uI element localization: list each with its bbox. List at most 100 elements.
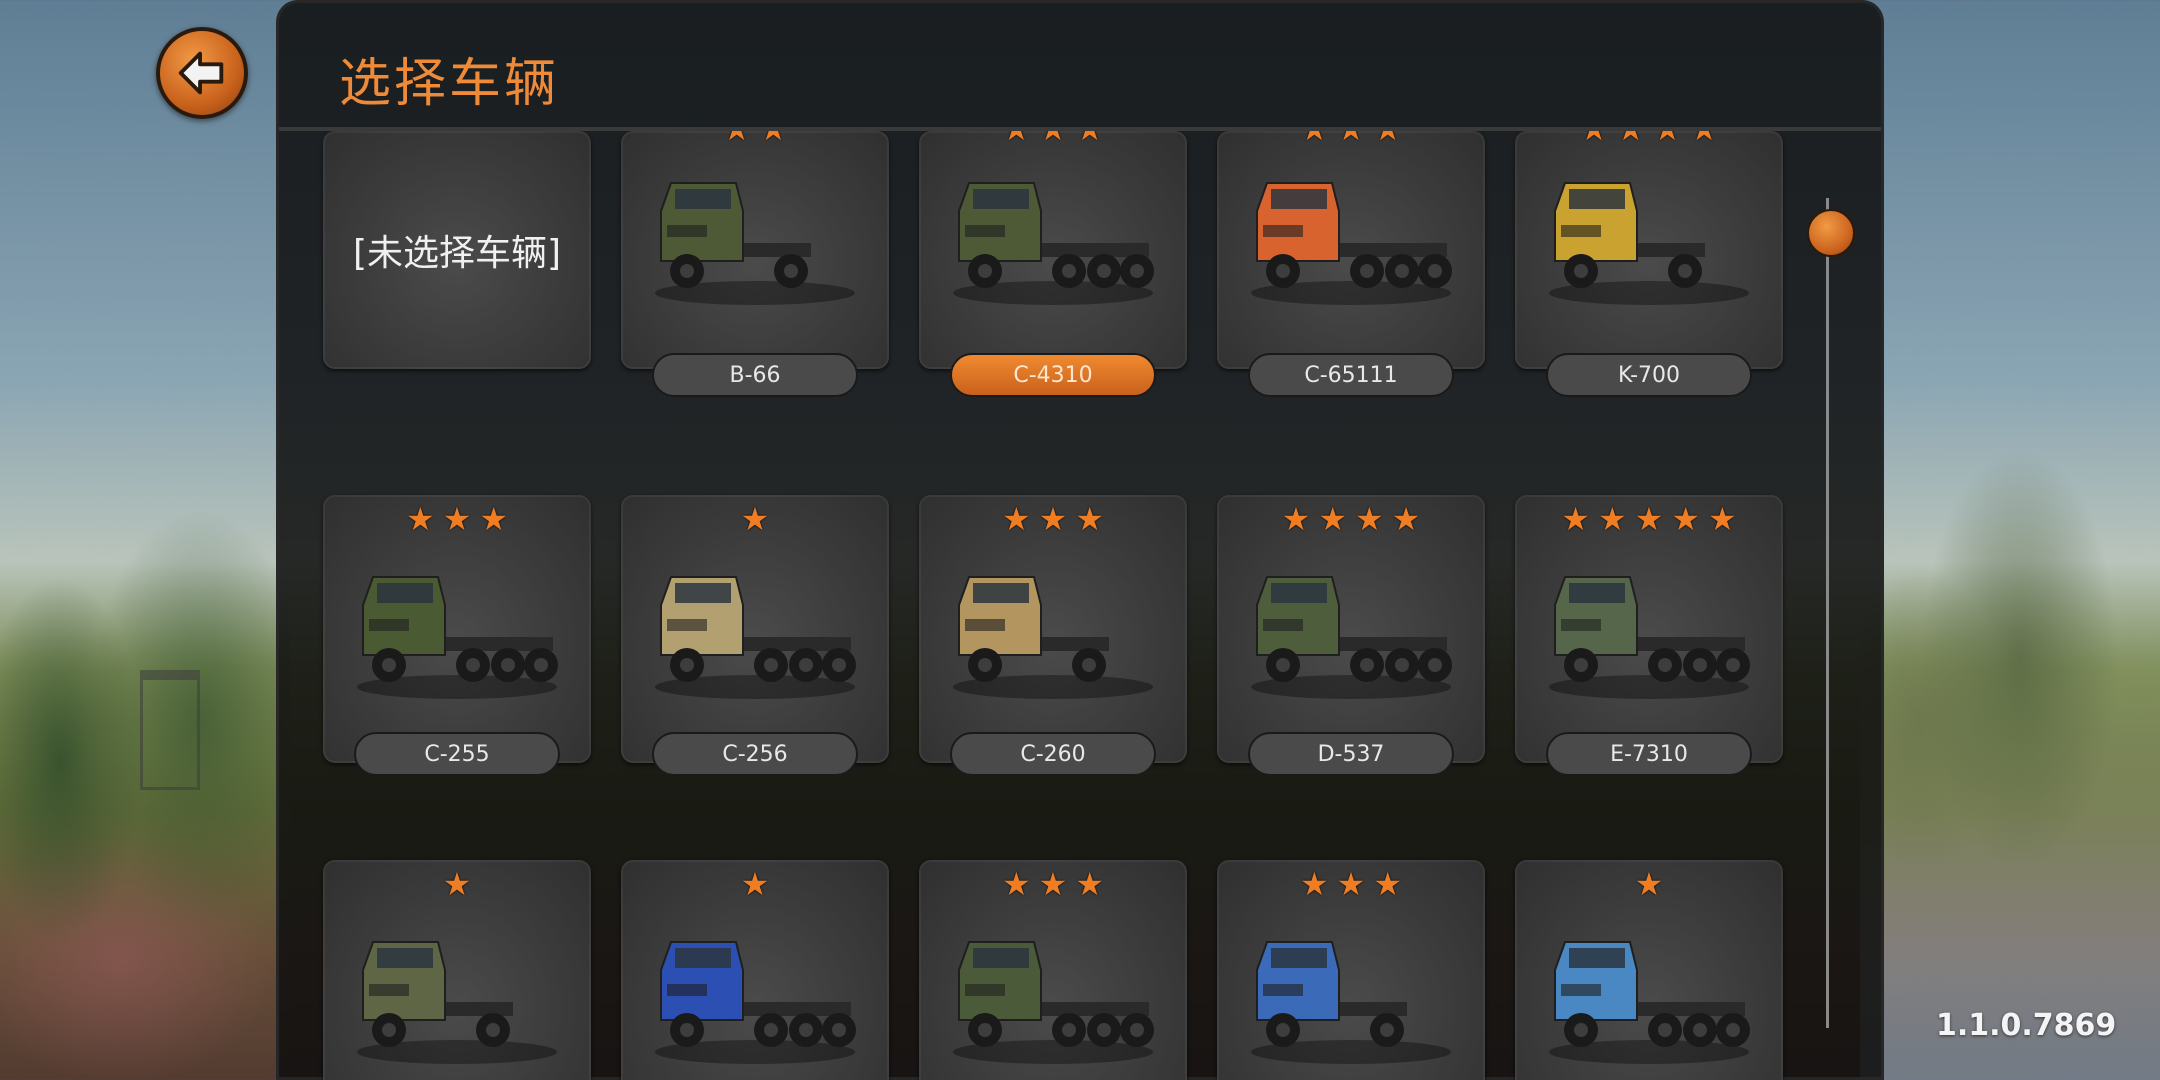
vehicle-card[interactable]: ★ [1515,860,1783,1080]
vehicle-name-label[interactable]: C-260 [950,732,1156,776]
star-rating: ★★ [621,131,889,147]
star-icon: ★ [1001,500,1031,538]
star-icon: ★ [1001,865,1031,903]
truck-icon [655,941,856,1064]
scrollbar-track[interactable] [1826,198,1829,1028]
background-scenery-right [1860,0,2160,1080]
star-rating: ★ ★ ★ ★ [1515,131,1783,147]
truck-icon [1549,576,1750,699]
truck-icon [655,182,855,305]
version-label: 1.1.0.7869 [1936,1008,2117,1043]
star-icon: ★ [1671,500,1701,538]
star-icon: ★ [740,500,770,538]
vehicle-name-label[interactable]: D-537 [1248,732,1454,776]
vehicle-grid[interactable]: [未选择车辆] ★★B-66★★★C-4310★★★C-65111★★★★K-7… [279,131,1881,1080]
star-rating: ★★★ [919,501,1187,537]
star-icon: ★ [1318,500,1347,538]
star-icon: ★ [1634,500,1664,538]
star-rating: ★ [621,866,889,902]
star-icon: ★ [1002,131,1031,147]
star-rating: ★ ★ ★ [919,131,1187,147]
star-icon: ★ [1038,865,1068,903]
star-rating: ★ [621,501,889,537]
vehicle-card[interactable]: ★ ★ ★ [919,860,1187,1080]
star-icon: ★ [1616,131,1645,147]
star-icon: ★ [1281,500,1311,538]
star-rating: ★★★★ [1217,501,1485,537]
truck-icon [655,576,856,699]
star-icon: ★ [1075,131,1104,147]
vehicle-card[interactable]: ★ [323,860,591,1080]
vehicle-card[interactable]: ★ C-256 [621,495,889,776]
truck-icon [953,576,1153,699]
vehicle-name-label[interactable]: C-256 [652,732,858,776]
star-rating: ★★★ [1217,866,1485,902]
vehicle-card[interactable]: ★ [621,860,889,1080]
vehicle-card[interactable]: ★ ★ ★ C-255 [323,495,591,776]
vehicle-card[interactable]: ★ ★ ★ ★ D-537 [1217,495,1485,776]
vehicle-name-label[interactable]: K-700 [1546,353,1752,397]
vehicle-card[interactable]: ★ ★ ★ C-260 [919,495,1187,776]
star-icon: ★ [1336,865,1366,903]
star-rating: ★★★ [323,501,591,537]
truck-icon [1251,941,1451,1064]
back-button[interactable] [156,27,248,119]
vehicle-card[interactable]: ★★ B-66 [621,131,889,397]
vehicle-name-label[interactable]: C-255 [354,732,560,776]
vehicle-card[interactable]: ★ ★ ★ C-4310 [919,131,1187,397]
vehicle-select-panel: 选择车辆 [未选择车辆] ★★B-66★★★C-4310★★★C-65111★★… [276,0,1884,1080]
scrollbar-thumb[interactable] [1807,209,1855,257]
vehicle-card[interactable]: ★ ★ ★ [1217,860,1485,1080]
vehicle-card[interactable]: ★ ★ ★ ★ ★ E-7310 [1515,495,1783,776]
star-icon: ★ [1391,500,1421,538]
star-rating: ★★★ [1217,131,1485,147]
star-icon: ★ [1690,131,1719,147]
star-rating: ★ ★ ★ ★ ★ [1515,501,1783,537]
no-vehicle-label: [未选择车辆] [352,233,562,274]
truck-icon [1549,182,1749,305]
star-icon: ★ [442,500,472,538]
watchtower [140,670,200,790]
arrow-left-icon [178,51,224,95]
vehicle-name-label[interactable]: C-4310 [950,353,1156,397]
truck-icon [1251,182,1452,305]
star-icon: ★ [1038,500,1068,538]
truck-icon [1549,941,1750,1064]
truck-icon [1251,576,1452,699]
star-icon: ★ [1075,500,1105,538]
star-rating: ★ [323,866,591,902]
star-icon: ★ [442,865,472,903]
star-icon: ★ [1634,865,1664,903]
star-icon: ★ [1708,500,1737,538]
star-icon: ★ [1299,865,1329,903]
star-icon: ★ [1561,500,1590,538]
truck-icon [357,576,558,699]
truck-icon [953,941,1154,1064]
star-icon: ★ [1300,131,1329,147]
star-icon: ★ [1373,865,1403,903]
background-scenery-left [0,0,290,1080]
star-rating: ★★★ [919,866,1187,902]
page-title: 选择车辆 [339,54,560,114]
vehicle-name-label[interactable]: C-65111 [1248,353,1454,397]
no-vehicle-card[interactable]: [未选择车辆] [323,131,591,369]
vehicle-name-label[interactable]: B-66 [652,353,858,397]
star-icon: ★ [1653,131,1682,147]
star-icon: ★ [1075,865,1105,903]
star-icon: ★ [740,865,770,903]
star-icon: ★ [1039,131,1068,147]
vehicle-card[interactable]: ★ ★ ★ ★ K-700 [1515,131,1783,397]
truck-icon [357,941,557,1064]
star-icon: ★ [1580,131,1609,147]
star-icon: ★ [405,500,435,538]
star-icon: ★ [1373,131,1402,147]
vehicle-card[interactable]: ★ ★ ★ C-65111 [1217,131,1485,397]
star-icon: ★ [1355,500,1384,538]
star-icon: ★ [1597,500,1627,538]
panel-header: 选择车辆 [279,3,1881,131]
truck-icon [953,182,1154,305]
vehicle-name-label[interactable]: E-7310 [1546,732,1752,776]
star-rating: ★ [1515,866,1783,902]
star-icon: ★ [722,131,751,147]
star-icon: ★ [479,500,509,538]
